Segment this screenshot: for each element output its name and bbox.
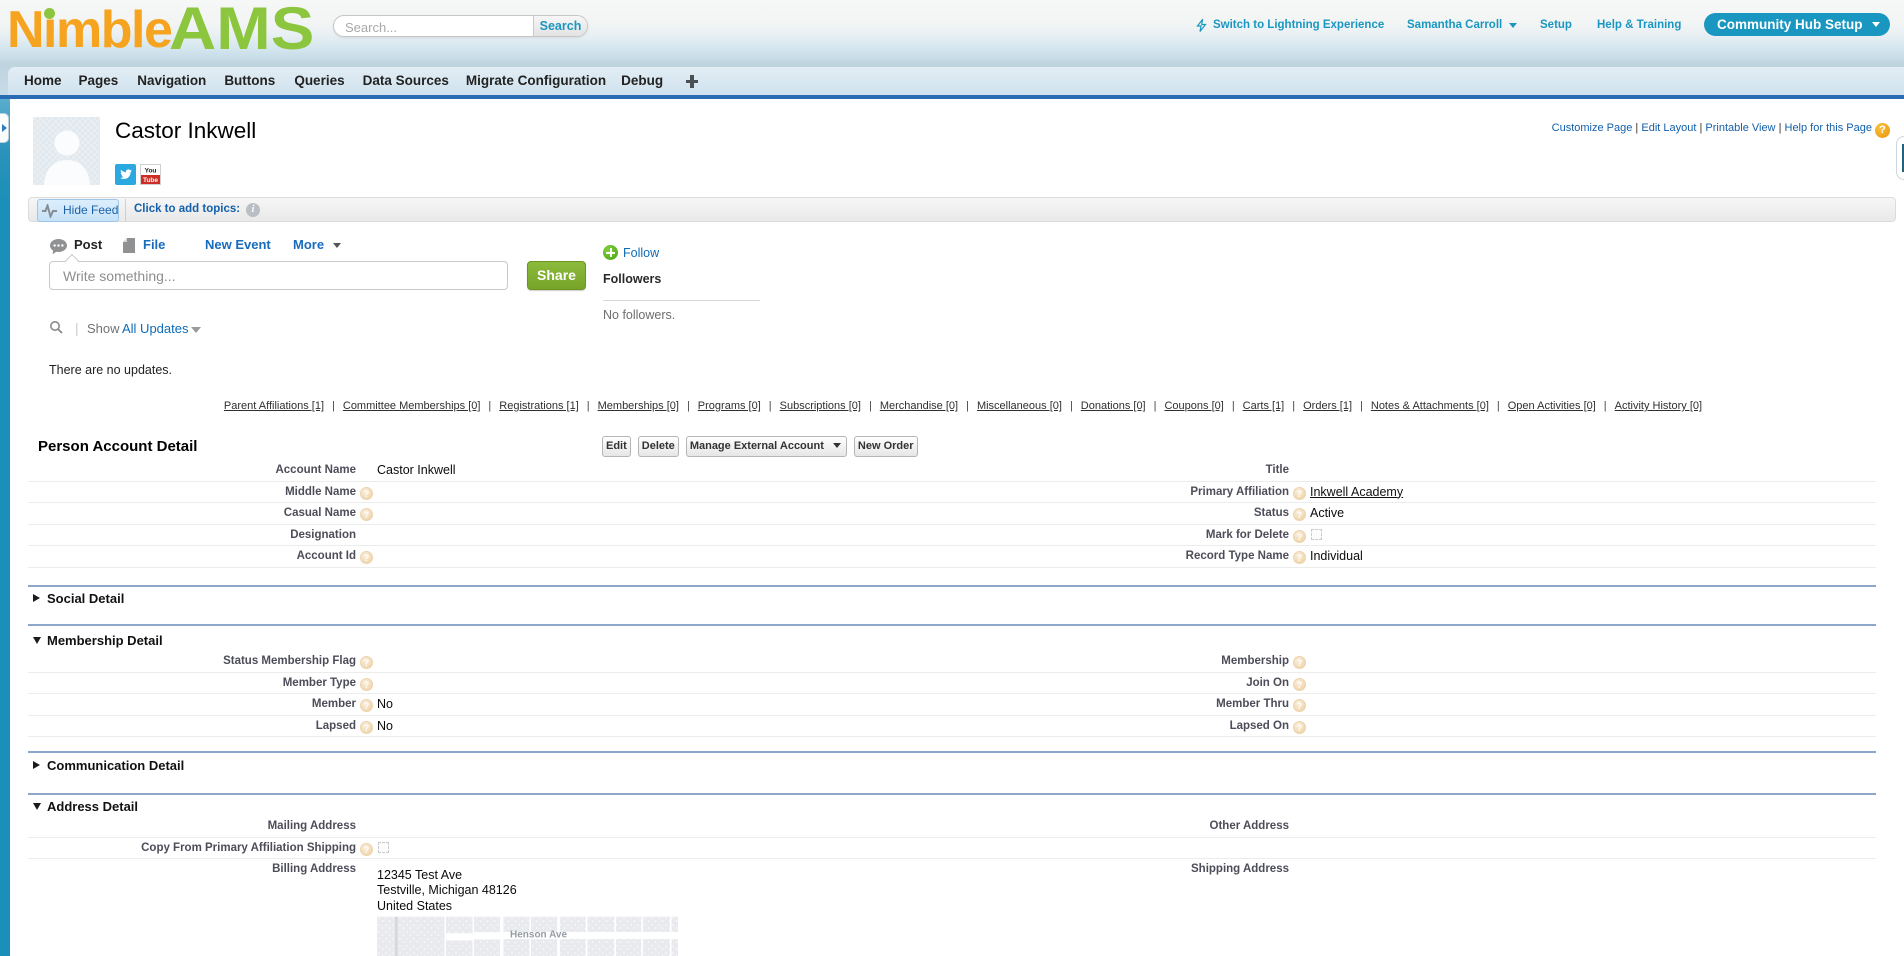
- svg-text:You: You: [145, 168, 157, 175]
- svg-text:Henson Ave: Henson Ave: [510, 930, 567, 941]
- svg-text:Tube: Tube: [143, 177, 158, 184]
